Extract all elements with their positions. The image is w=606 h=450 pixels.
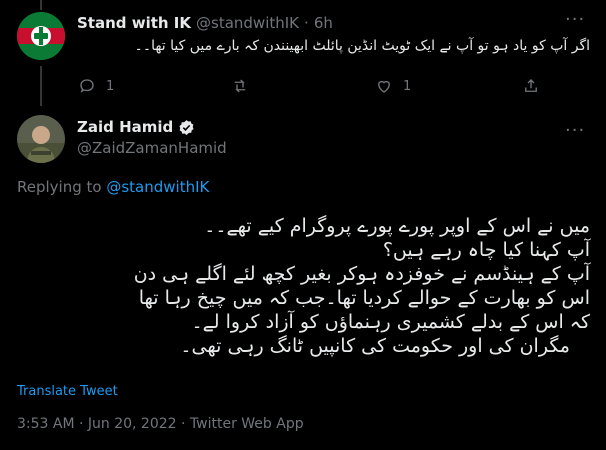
reply-button[interactable]: 1 — [78, 77, 114, 95]
tweet-time[interactable]: 6h — [314, 14, 333, 32]
avatar[interactable] — [17, 12, 65, 60]
verified-badge-icon — [179, 119, 194, 135]
thread-line-upper — [40, 0, 42, 10]
thread-line — [40, 66, 42, 106]
retweet-button[interactable] — [231, 77, 259, 95]
heart-icon — [378, 80, 390, 93]
handle[interactable]: @standwithIK — [196, 14, 299, 32]
like-button[interactable]: 1 — [375, 77, 411, 95]
replying-to-handle[interactable]: @standwithIK — [106, 178, 209, 196]
replying-to-label: Replying to — [17, 178, 102, 196]
tweet-body: میں نے اس کے اوپر پورے پورے پروگرام کیے … — [17, 214, 590, 358]
replying-to: Replying to @standwithIK — [17, 178, 209, 196]
retweet-icon — [234, 79, 246, 93]
handle[interactable]: @ZaidZamanHamid — [77, 139, 227, 157]
separator: · — [304, 14, 309, 32]
more-options-icon[interactable]: ··· — [565, 120, 585, 141]
tweet-line: اس کو بھارت کے حوالے کردیا تھا۔جب کہ میں… — [138, 287, 590, 309]
reply-count: 1 — [106, 78, 115, 94]
tweet-line: میں نے اس کے اوپر پورے پورے پروگرام کیے … — [204, 215, 590, 237]
more-options-icon[interactable]: ··· — [565, 9, 585, 30]
reply-tweet-header: Stand with IK @standwithIK · 6h — [77, 14, 333, 32]
reply-tweet-text: اگر آپ کو یاد ہو تو آپ نے ایک ٹویٹ انڈین… — [134, 38, 590, 54]
tweet-line: مگران کی اور حکومت کی کانپیں ٹانگ رہی تھ… — [180, 335, 570, 357]
tweet-line: کہ اس کے بدلے کشمیری رہنماؤں کو آزاد کرو… — [191, 311, 590, 333]
party-flag-avatar-image — [17, 12, 65, 60]
tweet-line: آپ کہنا کیا چاہ رہے ہیں؟ — [382, 239, 590, 261]
share-icon — [525, 79, 537, 92]
main-tweet-author: Zaid Hamid — [77, 118, 195, 136]
display-name[interactable]: Zaid Hamid — [77, 118, 173, 136]
translate-tweet-link[interactable]: Translate Tweet — [17, 384, 118, 399]
profile-photo-image — [17, 115, 65, 163]
avatar[interactable] — [17, 115, 65, 163]
display-name[interactable]: Stand with IK — [77, 14, 191, 32]
share-button[interactable] — [522, 77, 540, 95]
like-count: 1 — [403, 78, 412, 94]
tweet-timestamp[interactable]: 3:53 AM · Jun 20, 2022 · Twitter Web App — [17, 416, 304, 432]
tweet-line: آپ کے ہینڈسم نے خوفزدہ ہوکر بغیر کچھ لئے… — [133, 263, 590, 285]
reply-icon — [80, 79, 94, 93]
